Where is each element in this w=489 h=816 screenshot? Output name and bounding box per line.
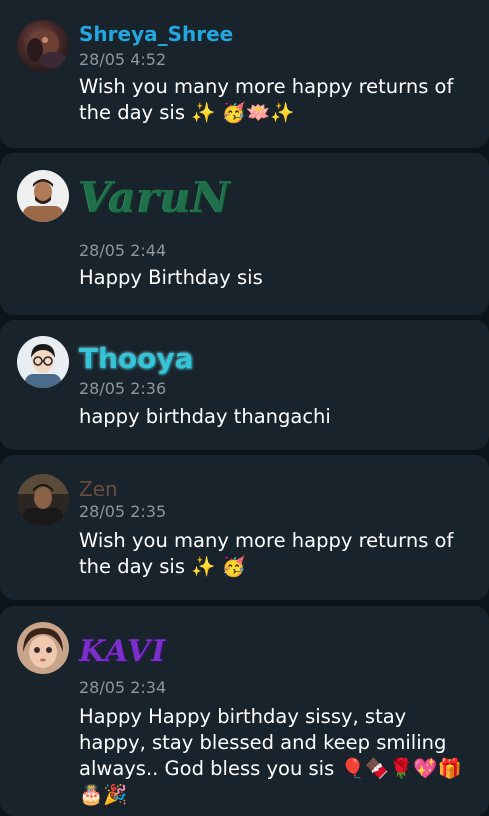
comment-card[interactable]: Zen 28/05 2:35 Wish you many more happy … (0, 455, 489, 600)
comment-timestamp: 28/05 2:34 (79, 678, 167, 697)
comment-author-name[interactable]: Shreya_Shree (79, 22, 233, 46)
comment-timestamp: 28/05 2:35 (79, 502, 167, 521)
user-avatar-photo-icon[interactable] (17, 622, 69, 674)
comment-author-name[interactable]: Thooya (79, 342, 194, 375)
comment-author-name[interactable]: Zen (79, 477, 118, 501)
comment-timestamp: 28/05 2:44 (79, 241, 167, 260)
comment-feed: Shreya_Shree 28/05 4:52 Wish you many mo… (0, 0, 489, 816)
comment-text: happy birthday thangachi (79, 405, 331, 428)
comment-text: Happy Birthday sis (79, 266, 263, 289)
user-avatar-photo-icon[interactable] (17, 170, 69, 222)
comment-timestamp: 28/05 4:52 (79, 50, 167, 69)
comment-text: Wish you many more happy returns of the … (79, 529, 454, 578)
user-avatar-photo-icon[interactable] (17, 20, 69, 72)
user-avatar-cartoon-icon[interactable] (17, 336, 69, 388)
comment-card[interactable]: KAVI 28/05 2:34 Happy Happy birthday sis… (0, 606, 489, 816)
comment-card[interactable]: Thooya 28/05 2:36 happy birthday thangac… (0, 320, 489, 450)
comment-author-name[interactable]: VaruN (79, 173, 231, 222)
comment-timestamp: 28/05 2:36 (79, 379, 167, 398)
comment-text: Happy Happy birthday sissy, stay happy, … (79, 705, 462, 806)
comment-author-name[interactable]: KAVI (79, 634, 166, 669)
comment-card[interactable]: VaruN 28/05 2:44 Happy Birthday sis (0, 153, 489, 315)
comment-card[interactable]: Shreya_Shree 28/05 4:52 Wish you many mo… (0, 0, 489, 148)
comment-text: Wish you many more happy returns of the … (79, 75, 454, 124)
user-avatar-photo-icon[interactable] (17, 474, 69, 526)
